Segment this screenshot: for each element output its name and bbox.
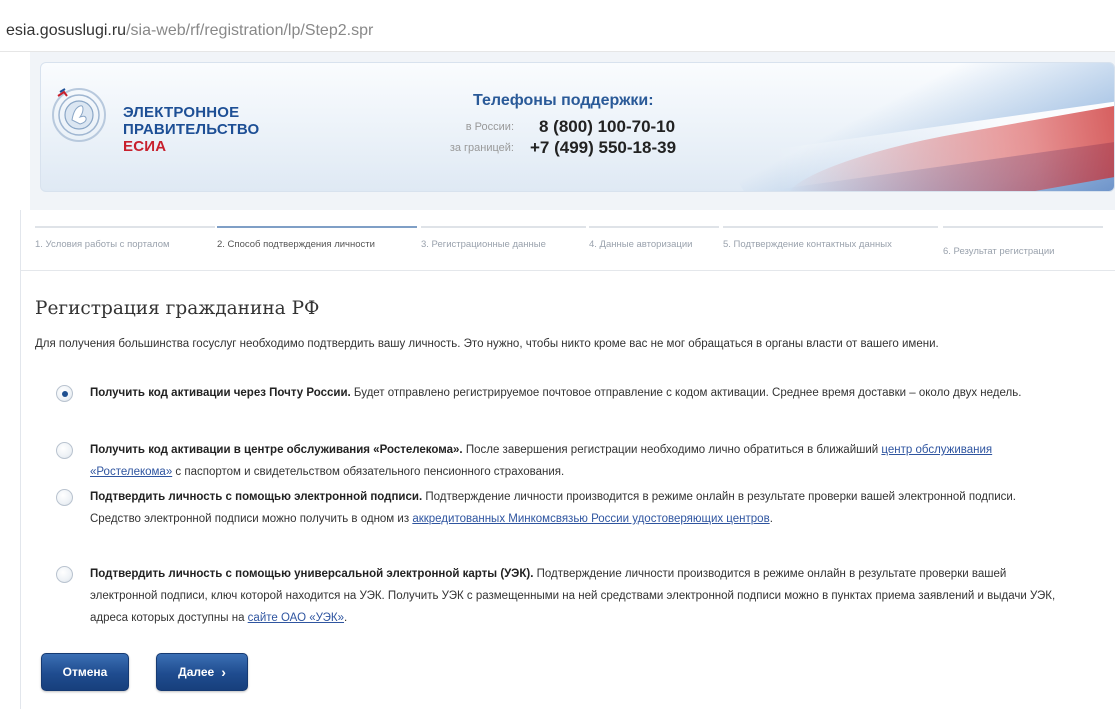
registration-steps: 1. Условия работы с порталом 2. Способ п…	[21, 210, 1115, 268]
logo-line-2: ПРАВИТЕЛЬСТВО	[123, 121, 260, 138]
radio-russian-post[interactable]	[56, 385, 73, 402]
cancel-button[interactable]: Отмена	[41, 653, 129, 691]
step-5: 5. Подтверждение контактных данных	[723, 226, 938, 266]
next-button-label: Далее	[178, 665, 215, 679]
registration-panel: 1. Условия работы с порталом 2. Способ п…	[20, 210, 1115, 709]
option-russian-post[interactable]: Получить код активации через Почту Росси…	[56, 382, 1056, 404]
step-label: 5. Подтверждение контактных данных	[723, 239, 892, 250]
option-description-end: с паспортом и свидетельством обязательно…	[172, 466, 565, 478]
step-label: 6. Результат регистрации	[943, 246, 1055, 257]
radio-e-signature[interactable]	[56, 489, 73, 506]
step-3: 3. Регистрационные данные	[421, 226, 586, 266]
cancel-button-label: Отмена	[62, 665, 108, 679]
step-label: 1. Условия работы с порталом	[35, 239, 170, 250]
site-logo-link[interactable]: ЭЛЕКТРОННОЕ ПРАВИТЕЛЬСТВО ЕСИА	[123, 104, 259, 155]
support-abroad-number: +7 (499) 550-18-39	[530, 138, 677, 157]
option-title: Получить код активации через Почту Росси…	[90, 387, 351, 399]
address-bar[interactable]: esia.gosuslugi.ru/sia-web/rf/registratio…	[0, 0, 1115, 52]
page-title: Регистрация гражданина РФ	[35, 298, 320, 319]
step-label: 3. Регистрационные данные	[421, 239, 546, 250]
address-url[interactable]: esia.gosuslugi.ru/sia-web/rf/registratio…	[6, 22, 373, 40]
intro-text: Для получения большинства госуслуг необх…	[35, 338, 939, 350]
option-description: После завершения регистрации необходимо …	[462, 444, 882, 456]
option-description: Будет отправлено регистрируемое почтовое…	[350, 387, 1022, 399]
option-description-end: .	[344, 612, 348, 624]
next-button[interactable]: Далее ›	[156, 653, 248, 691]
step-2: 2. Способ подтверждения личности	[217, 226, 417, 266]
url-path: /sia-web/rf/registration/lp/Step2.spr	[126, 22, 374, 39]
url-host: esia.gosuslugi.ru	[6, 22, 127, 39]
step-label: 4. Данные авторизации	[589, 239, 693, 250]
steps-divider	[21, 270, 1115, 271]
uek-site-link[interactable]: сайте ОАО «УЭК»	[248, 612, 344, 624]
chevron-right-icon: ›	[221, 664, 226, 680]
option-rostelecom[interactable]: Получить код активации в центре обслужив…	[56, 439, 1056, 483]
logo-line-1: ЭЛЕКТРОННОЕ	[123, 104, 240, 121]
radio-rostelecom[interactable]	[56, 442, 73, 459]
accredited-centers-link[interactable]: аккредитованных Минкомсвязью России удос…	[412, 513, 769, 525]
logo-line-3: ЕСИА	[123, 138, 167, 155]
support-russia-label: в России:	[465, 121, 514, 133]
support-abroad-label: за границей:	[449, 142, 514, 154]
option-title: Подтвердить личность с помощью электронн…	[90, 491, 423, 503]
step-6: 6. Результат регистрации	[943, 226, 1103, 266]
gov-emblem-icon	[52, 88, 106, 142]
step-1: 1. Условия работы с порталом	[35, 226, 215, 266]
step-label: 2. Способ подтверждения личности	[217, 239, 375, 250]
radio-uek-card[interactable]	[56, 566, 73, 583]
option-title: Получить код активации в центре обслужив…	[90, 444, 463, 456]
support-russia-number: 8 (800) 100-70-10	[539, 117, 676, 136]
step-4: 4. Данные авторизации	[589, 226, 719, 266]
option-uek-card[interactable]: Подтвердить личность с помощью универсал…	[56, 563, 1056, 629]
support-title: Телефоны поддержки:	[473, 92, 654, 109]
option-title: Подтвердить личность с помощью универсал…	[90, 568, 534, 580]
option-description-end: .	[769, 513, 773, 525]
option-e-signature[interactable]: Подтвердить личность с помощью электронн…	[56, 486, 1056, 530]
